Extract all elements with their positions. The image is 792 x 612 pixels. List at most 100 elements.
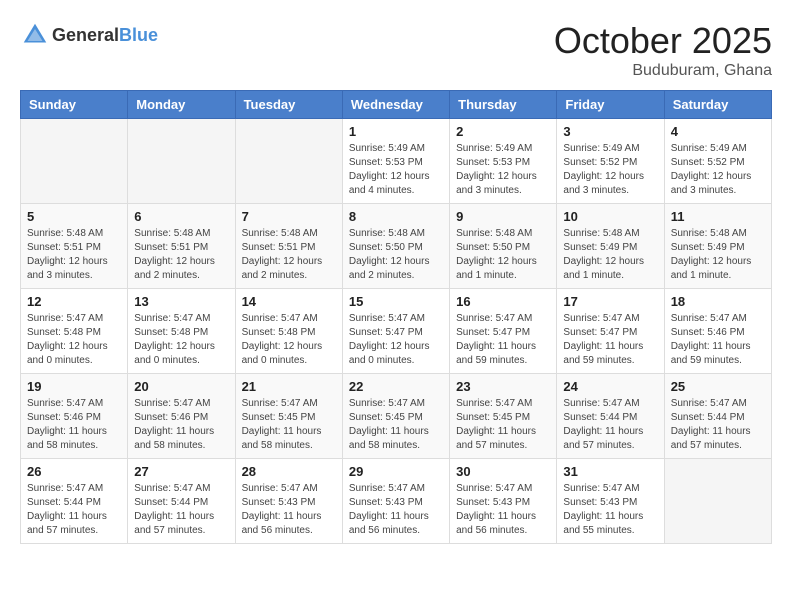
calendar-cell: 24 Sunrise: 5:47 AM Sunset: 5:44 PM Dayli… bbox=[557, 374, 664, 459]
calendar-cell: 30Sunrise: 5:47 AM Sunset: 5:43 PM Dayli… bbox=[450, 459, 557, 544]
calendar-cell: 21 Sunrise: 5:47 AM Sunset: 5:45 PM Dayli… bbox=[235, 374, 342, 459]
day-number: 6 bbox=[134, 209, 228, 224]
day-info: Sunrise: 5:48 AM Sunset: 5:50 PM Dayligh… bbox=[349, 227, 443, 283]
day-number: 3 bbox=[563, 124, 657, 139]
day-info: Sunrise: 5:48 AM Sunset: 5:50 PM Dayligh… bbox=[456, 227, 550, 283]
calendar-cell bbox=[664, 459, 771, 544]
calendar-cell bbox=[21, 119, 128, 204]
page-header: GeneralBlue October 2025 Buduburam, Ghan… bbox=[20, 20, 772, 80]
calendar-cell: 31Sunrise: 5:47 AM Sunset: 5:43 PM Dayli… bbox=[557, 459, 664, 544]
day-info: Sunrise: 5:47 AM Sunset: 5:45 PM Dayligh… bbox=[349, 397, 443, 453]
weekday-header-sunday: Sunday bbox=[21, 91, 128, 119]
logo-blue: Blue bbox=[119, 25, 158, 45]
day-info: Sunrise: 5:47 AM Sunset: 5:46 PM Dayligh… bbox=[27, 397, 121, 453]
title-block: October 2025 Buduburam, Ghana bbox=[554, 20, 772, 80]
calendar-cell: 10 Sunrise: 5:48 AM Sunset: 5:49 PM Dayli… bbox=[557, 204, 664, 289]
day-number: 29 bbox=[349, 464, 443, 479]
week-row-2: 12 Sunrise: 5:47 AM Sunset: 5:48 PM Dayli… bbox=[21, 289, 772, 374]
day-info: Sunrise: 5:47 AM Sunset: 5:47 PM Dayligh… bbox=[456, 312, 550, 368]
day-number: 7 bbox=[242, 209, 336, 224]
day-number: 24 bbox=[563, 379, 657, 394]
day-info: Sunrise: 5:47 AM Sunset: 5:44 PM Dayligh… bbox=[671, 397, 765, 453]
day-number: 8 bbox=[349, 209, 443, 224]
day-number: 15 bbox=[349, 294, 443, 309]
day-number: 26 bbox=[27, 464, 121, 479]
day-info: Sunrise: 5:47 AM Sunset: 5:44 PM Dayligh… bbox=[563, 397, 657, 453]
day-info: Sunrise: 5:47 AM Sunset: 5:47 PM Dayligh… bbox=[349, 312, 443, 368]
day-info: Sunrise: 5:48 AM Sunset: 5:49 PM Dayligh… bbox=[563, 227, 657, 283]
weekday-header-wednesday: Wednesday bbox=[342, 91, 449, 119]
day-info: Sunrise: 5:47 AM Sunset: 5:44 PM Dayligh… bbox=[27, 482, 121, 538]
location-title: Buduburam, Ghana bbox=[554, 62, 772, 80]
calendar-cell: 29 Sunrise: 5:47 AM Sunset: 5:43 PM Dayli… bbox=[342, 459, 449, 544]
day-number: 2 bbox=[456, 124, 550, 139]
calendar-cell: 17 Sunrise: 5:47 AM Sunset: 5:47 PM Dayli… bbox=[557, 289, 664, 374]
calendar-cell: 27Sunrise: 5:47 AM Sunset: 5:44 PM Dayli… bbox=[128, 459, 235, 544]
day-number: 14 bbox=[242, 294, 336, 309]
calendar-cell: 23Sunrise: 5:47 AM Sunset: 5:45 PM Dayli… bbox=[450, 374, 557, 459]
day-info: Sunrise: 5:48 AM Sunset: 5:49 PM Dayligh… bbox=[671, 227, 765, 283]
calendar-cell: 13Sunrise: 5:47 AM Sunset: 5:48 PM Dayli… bbox=[128, 289, 235, 374]
day-number: 17 bbox=[563, 294, 657, 309]
calendar-cell: 20 Sunrise: 5:47 AM Sunset: 5:46 PM Dayli… bbox=[128, 374, 235, 459]
calendar-cell: 4 Sunrise: 5:49 AM Sunset: 5:52 PM Daylig… bbox=[664, 119, 771, 204]
calendar-cell: 28 Sunrise: 5:47 AM Sunset: 5:43 PM Dayli… bbox=[235, 459, 342, 544]
weekday-header-row: SundayMondayTuesdayWednesdayThursdayFrid… bbox=[21, 91, 772, 119]
calendar-table: SundayMondayTuesdayWednesdayThursdayFrid… bbox=[20, 90, 772, 544]
calendar-cell: 7 Sunrise: 5:48 AM Sunset: 5:51 PM Daylig… bbox=[235, 204, 342, 289]
day-info: Sunrise: 5:47 AM Sunset: 5:45 PM Dayligh… bbox=[242, 397, 336, 453]
day-number: 31 bbox=[563, 464, 657, 479]
calendar-cell: 11 Sunrise: 5:48 AM Sunset: 5:49 PM Dayli… bbox=[664, 204, 771, 289]
calendar-cell: 12Sunrise: 5:47 AM Sunset: 5:48 PM Dayli… bbox=[21, 289, 128, 374]
day-info: Sunrise: 5:47 AM Sunset: 5:46 PM Dayligh… bbox=[671, 312, 765, 368]
calendar-cell: 15 Sunrise: 5:47 AM Sunset: 5:47 PM Dayli… bbox=[342, 289, 449, 374]
day-number: 28 bbox=[242, 464, 336, 479]
day-number: 20 bbox=[134, 379, 228, 394]
logo-general: General bbox=[52, 25, 119, 45]
logo-icon bbox=[20, 20, 50, 50]
calendar-cell: 26 Sunrise: 5:47 AM Sunset: 5:44 PM Dayli… bbox=[21, 459, 128, 544]
weekday-header-saturday: Saturday bbox=[664, 91, 771, 119]
day-number: 4 bbox=[671, 124, 765, 139]
calendar-cell: 5Sunrise: 5:48 AM Sunset: 5:51 PM Daylig… bbox=[21, 204, 128, 289]
calendar-cell: 9Sunrise: 5:48 AM Sunset: 5:50 PM Daylig… bbox=[450, 204, 557, 289]
calendar-cell: 14 Sunrise: 5:47 AM Sunset: 5:48 PM Dayli… bbox=[235, 289, 342, 374]
day-info: Sunrise: 5:47 AM Sunset: 5:45 PM Dayligh… bbox=[456, 397, 550, 453]
day-info: Sunrise: 5:47 AM Sunset: 5:43 PM Dayligh… bbox=[242, 482, 336, 538]
day-number: 18 bbox=[671, 294, 765, 309]
day-number: 25 bbox=[671, 379, 765, 394]
day-info: Sunrise: 5:47 AM Sunset: 5:46 PM Dayligh… bbox=[134, 397, 228, 453]
day-number: 19 bbox=[27, 379, 121, 394]
calendar-cell: 6Sunrise: 5:48 AM Sunset: 5:51 PM Daylig… bbox=[128, 204, 235, 289]
day-info: Sunrise: 5:47 AM Sunset: 5:48 PM Dayligh… bbox=[242, 312, 336, 368]
day-info: Sunrise: 5:49 AM Sunset: 5:52 PM Dayligh… bbox=[563, 142, 657, 198]
week-row-3: 19 Sunrise: 5:47 AM Sunset: 5:46 PM Dayli… bbox=[21, 374, 772, 459]
day-info: Sunrise: 5:49 AM Sunset: 5:53 PM Dayligh… bbox=[456, 142, 550, 198]
calendar-cell: 18 Sunrise: 5:47 AM Sunset: 5:46 PM Dayli… bbox=[664, 289, 771, 374]
calendar-cell bbox=[235, 119, 342, 204]
calendar-cell: 22Sunrise: 5:47 AM Sunset: 5:45 PM Dayli… bbox=[342, 374, 449, 459]
calendar-cell: 19 Sunrise: 5:47 AM Sunset: 5:46 PM Dayli… bbox=[21, 374, 128, 459]
day-info: Sunrise: 5:47 AM Sunset: 5:43 PM Dayligh… bbox=[349, 482, 443, 538]
calendar-cell: 3 Sunrise: 5:49 AM Sunset: 5:52 PM Daylig… bbox=[557, 119, 664, 204]
day-info: Sunrise: 5:47 AM Sunset: 5:43 PM Dayligh… bbox=[456, 482, 550, 538]
month-title: October 2025 bbox=[554, 20, 772, 62]
day-info: Sunrise: 5:47 AM Sunset: 5:44 PM Dayligh… bbox=[134, 482, 228, 538]
day-number: 13 bbox=[134, 294, 228, 309]
weekday-header-tuesday: Tuesday bbox=[235, 91, 342, 119]
day-number: 12 bbox=[27, 294, 121, 309]
day-number: 10 bbox=[563, 209, 657, 224]
day-number: 21 bbox=[242, 379, 336, 394]
day-number: 11 bbox=[671, 209, 765, 224]
day-info: Sunrise: 5:47 AM Sunset: 5:47 PM Dayligh… bbox=[563, 312, 657, 368]
week-row-1: 5Sunrise: 5:48 AM Sunset: 5:51 PM Daylig… bbox=[21, 204, 772, 289]
day-info: Sunrise: 5:48 AM Sunset: 5:51 PM Dayligh… bbox=[242, 227, 336, 283]
day-info: Sunrise: 5:48 AM Sunset: 5:51 PM Dayligh… bbox=[27, 227, 121, 283]
week-row-0: 1 Sunrise: 5:49 AM Sunset: 5:53 PM Daylig… bbox=[21, 119, 772, 204]
day-info: Sunrise: 5:49 AM Sunset: 5:52 PM Dayligh… bbox=[671, 142, 765, 198]
week-row-4: 26 Sunrise: 5:47 AM Sunset: 5:44 PM Dayli… bbox=[21, 459, 772, 544]
day-number: 1 bbox=[349, 124, 443, 139]
calendar-cell bbox=[128, 119, 235, 204]
day-number: 16 bbox=[456, 294, 550, 309]
calendar-cell: 16 Sunrise: 5:47 AM Sunset: 5:47 PM Dayli… bbox=[450, 289, 557, 374]
